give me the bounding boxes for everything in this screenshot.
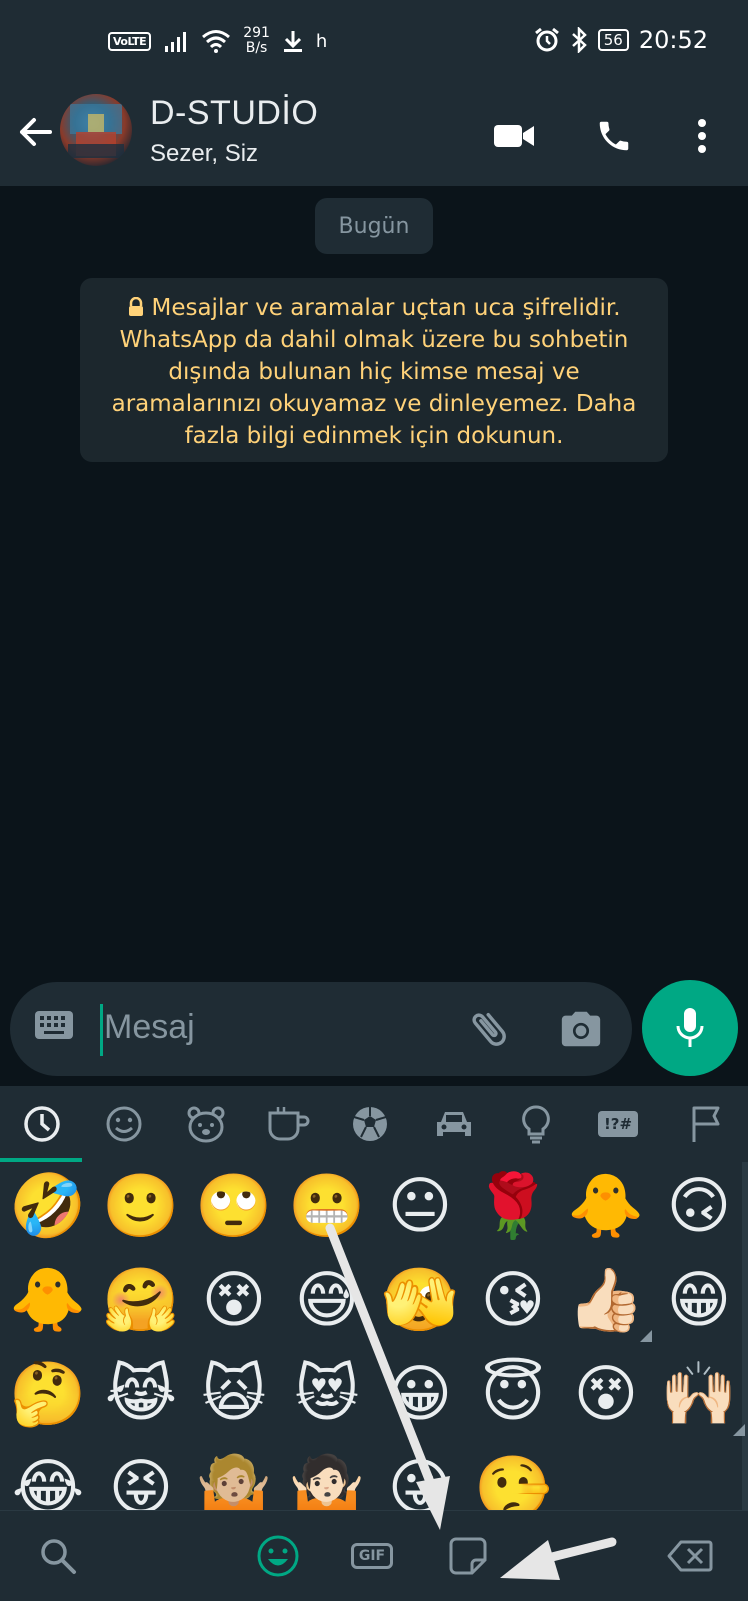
network-type: h — [315, 30, 328, 52]
symbols-icon: !?# — [597, 1111, 639, 1137]
emoji-item[interactable]: 😇 — [473, 1354, 553, 1434]
net-speed-unit: B/s — [245, 40, 268, 56]
emoji-category-bar: !?# — [0, 1086, 748, 1162]
emoji-item[interactable]: 🙀 — [194, 1354, 274, 1434]
emoji-item[interactable]: 🐥 — [566, 1166, 646, 1246]
net-speed-value: 291 — [243, 25, 270, 41]
phone-icon — [599, 121, 629, 151]
back-arrow-icon[interactable] — [16, 112, 56, 152]
emoji-tab-icon — [257, 1535, 299, 1577]
activity-icon — [353, 1107, 387, 1141]
category-activity[interactable] — [340, 1096, 400, 1152]
message-input[interactable]: Mesaj — [104, 1008, 195, 1047]
text-cursor — [100, 1004, 103, 1056]
emoji-item[interactable]: 😻 — [287, 1354, 367, 1434]
category-food[interactable] — [258, 1096, 318, 1152]
travel-icon — [437, 1112, 471, 1136]
group-avatar[interactable] — [60, 94, 132, 166]
category-flags[interactable] — [676, 1096, 736, 1152]
emoji-item[interactable]: 🙂 — [101, 1166, 181, 1246]
category-animals[interactable] — [176, 1096, 236, 1152]
emoji-item[interactable]: 🐥 — [8, 1260, 88, 1340]
volte-indicator: VoLTE — [108, 31, 152, 51]
recent-icon — [24, 1106, 60, 1142]
skin-tone-variant-indicator — [640, 1330, 652, 1342]
emoji-item[interactable]: 🫣 — [380, 1260, 460, 1340]
message-input-bar: Mesaj — [10, 982, 632, 1076]
chat-header: D-STUDİO Sezer, Siz — [0, 86, 748, 186]
microphone-icon — [676, 1008, 704, 1047]
keyboard-icon[interactable] — [34, 1010, 74, 1040]
emoji-item[interactable]: 🤗 — [101, 1260, 181, 1340]
emoji-item[interactable]: 😀 — [380, 1354, 460, 1434]
chat-title[interactable]: D-STUDİO — [150, 94, 318, 133]
emoji-bottom-bar: GIF — [0, 1510, 748, 1601]
clock: 20:52 — [638, 26, 708, 54]
emoji-item[interactable]: 🙌🏻 — [659, 1354, 739, 1434]
battery-indicator: 56 — [597, 29, 629, 51]
chat-area[interactable]: Bugün Mesajlar ve aramalar uçtan uca şif… — [0, 186, 748, 1066]
video-call-icon — [494, 125, 534, 147]
download-icon — [283, 31, 302, 52]
category-symbols[interactable]: !?# — [588, 1096, 648, 1152]
animal-icon — [187, 1106, 225, 1143]
emoji-item[interactable]: 😅 — [287, 1260, 367, 1340]
voice-call-button[interactable] — [590, 112, 638, 160]
signal-icon — [165, 32, 187, 52]
paperclip-icon[interactable] — [466, 1006, 512, 1052]
gif-icon: GIF — [350, 1543, 394, 1569]
search-icon — [41, 1539, 76, 1574]
flags-icon — [692, 1106, 720, 1142]
active-category-indicator — [0, 1158, 82, 1162]
sticker-icon — [449, 1537, 487, 1575]
voice-message-button[interactable] — [642, 980, 738, 1076]
backspace-button[interactable] — [662, 1531, 718, 1581]
food-icon — [268, 1107, 310, 1141]
emoji-search-button[interactable] — [30, 1531, 86, 1581]
net-speed: 291 B/s — [243, 26, 270, 56]
backspace-icon — [667, 1540, 713, 1572]
sticker-tab-button[interactable] — [440, 1531, 496, 1581]
chat-participants[interactable]: Sezer, Siz — [150, 140, 258, 168]
emoji-item[interactable]: 🙄 — [194, 1166, 274, 1246]
emoji-item[interactable]: 👍🏻 — [566, 1260, 646, 1340]
more-vert-icon — [698, 119, 706, 153]
emoji-item[interactable]: 😵 — [566, 1354, 646, 1434]
bluetooth-icon — [571, 27, 587, 53]
emoji-scrollbar[interactable] — [742, 1162, 748, 1510]
category-smileys[interactable] — [94, 1096, 154, 1152]
category-travel[interactable] — [424, 1096, 484, 1152]
emoji-item[interactable]: 😐 — [380, 1166, 460, 1246]
emoji-item[interactable]: 😹 — [101, 1354, 181, 1434]
emoji-item[interactable]: 😘 — [473, 1260, 553, 1340]
emoji-item[interactable]: 🤔 — [8, 1354, 88, 1434]
encryption-notice[interactable]: Mesajlar ve aramalar uçtan uca şifrelidi… — [80, 278, 668, 462]
avatar-image — [68, 104, 124, 158]
emoji-item[interactable]: 🤣 — [8, 1166, 88, 1246]
smiley-icon — [106, 1106, 142, 1142]
emoji-item[interactable]: 😬 — [287, 1166, 367, 1246]
status-bar: VoLTE 291 B/s h 56 20:52 — [0, 0, 748, 86]
emoji-tab-button[interactable] — [250, 1531, 306, 1581]
emoji-item[interactable]: 🙃 — [659, 1166, 739, 1246]
more-options-button[interactable] — [678, 112, 726, 160]
category-recent[interactable] — [12, 1096, 72, 1152]
emoji-item[interactable]: 🌹 — [473, 1166, 553, 1246]
emoji-item[interactable]: 😵 — [194, 1260, 274, 1340]
alarm-icon — [534, 27, 559, 52]
skin-tone-variant-indicator — [733, 1424, 745, 1436]
camera-icon[interactable] — [558, 1006, 604, 1052]
date-chip: Bugün — [315, 198, 433, 254]
wifi-icon — [202, 30, 231, 53]
lock-icon — [129, 296, 144, 316]
video-call-button[interactable] — [490, 112, 538, 160]
gif-tab-button[interactable]: GIF — [344, 1531, 400, 1581]
category-objects[interactable] — [506, 1096, 566, 1152]
objects-icon — [522, 1105, 550, 1144]
emoji-panel: !?# 🤣 🙂 🙄 😬 😐 🌹 🐥 🙃 🐥 🤗 😵 😅 🫣 😘 👍🏻 😁 🤔 😹 🙀 😻 😀 😇 😵 🙌🏻 😂 😝 🤷🏼 🤷🏻 😛 🤥 — [0, 1086, 748, 1530]
encryption-notice-text: Mesajlar ve aramalar uçtan uca şifrelidi… — [111, 295, 637, 449]
emoji-item[interactable]: 😁 — [659, 1260, 739, 1340]
